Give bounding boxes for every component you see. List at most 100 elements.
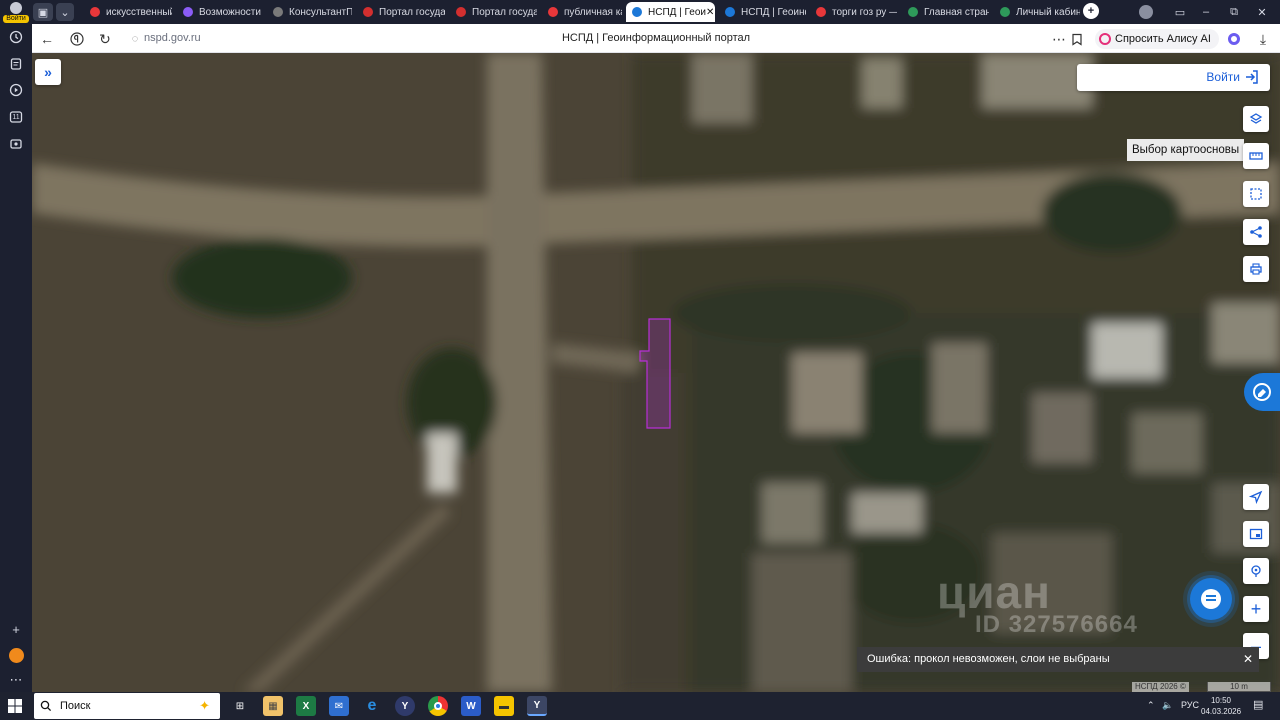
tab-active[interactable]: НСПД | Геои ✕ — [626, 2, 715, 22]
calendar-badge: 11 — [12, 113, 20, 121]
close-icon[interactable]: ✕ — [1243, 647, 1253, 672]
chrome-icon[interactable] — [428, 696, 448, 716]
location-search-icon[interactable] — [1243, 558, 1269, 584]
app-icon[interactable] — [6, 645, 26, 665]
feedback-button[interactable] — [1244, 373, 1280, 411]
reload-icon[interactable]: ↻ — [96, 30, 114, 48]
scale-bar: 10 m — [1207, 682, 1271, 692]
tab-favicon-icon — [908, 7, 918, 17]
tab-label: искусственный — [106, 6, 172, 18]
taskbar: Поиск ✦ ⊞ ▦ X ✉ e Y W ▬ Y ⌃ 🔈 РУС 10:50 … — [0, 692, 1280, 720]
layers-icon[interactable] — [1243, 106, 1269, 132]
tab[interactable]: искусственный — [84, 2, 172, 22]
tab[interactable]: публичная кар — [542, 2, 622, 22]
ruler-icon[interactable] — [1243, 143, 1269, 169]
tab-label: НСПД | Геои — [648, 6, 707, 18]
select-area-icon[interactable] — [1243, 181, 1269, 207]
search-icon — [40, 700, 52, 712]
windows-start-icon[interactable] — [7, 698, 23, 714]
address-bar: ← ↻ ◌ nspd.gov.ru НСПД | Геоинформационн… — [32, 24, 1280, 53]
map-view[interactable]: циан ID 327576664 » Войти Выбор картоосн… — [32, 53, 1280, 692]
tray-arrow-icon[interactable]: ⌃ — [1147, 700, 1155, 711]
bookmark-panel-icon[interactable]: ▭ — [1171, 3, 1189, 21]
close-tab-icon[interactable]: ✕ — [706, 7, 714, 18]
tab[interactable]: Возможности — [177, 2, 264, 22]
tab-favicon-icon — [548, 7, 558, 17]
video-icon[interactable] — [6, 80, 26, 100]
tab[interactable]: Личный кабинет — [994, 2, 1080, 22]
tab-groups-icon[interactable]: ▣ — [33, 3, 53, 21]
back-icon[interactable]: ← — [38, 30, 56, 48]
minimap-icon[interactable] — [1243, 521, 1269, 547]
language-indicator[interactable]: РУС — [1181, 700, 1199, 710]
cian-watermark: циан ID 327576664 — [937, 565, 1138, 639]
avatar — [10, 2, 22, 14]
more-icon[interactable]: ⋯ — [6, 670, 26, 690]
notifications-icon[interactable]: ▤ — [1253, 698, 1263, 711]
ask-alice-button[interactable]: Спросить Алису AI — [1095, 29, 1219, 49]
collections-icon[interactable] — [6, 134, 26, 154]
edge-icon[interactable]: e — [362, 696, 382, 716]
downloads-icon[interactable]: ⤓ — [1254, 30, 1272, 48]
site-security-icon[interactable]: ◌ — [126, 30, 144, 48]
explorer-icon[interactable]: ▬ — [494, 696, 514, 716]
store-icon[interactable]: ▦ — [263, 696, 283, 716]
add-icon[interactable]: + — [6, 619, 26, 639]
sidebar-login-button[interactable]: Войти — [3, 2, 29, 24]
tab[interactable]: НСПД | Геоинф — [719, 2, 806, 22]
new-tab-button[interactable]: + — [1083, 3, 1099, 19]
clock-time: 10:50 — [1210, 696, 1232, 705]
task-view-icon[interactable]: ⊞ — [230, 696, 250, 716]
word-icon[interactable]: W — [461, 696, 481, 716]
yandex-browser-active-icon[interactable]: Y — [527, 696, 547, 716]
bookmark-icon[interactable] — [1068, 30, 1086, 48]
tab[interactable]: торги гоз ру — — [810, 2, 897, 22]
map-attribution: НСПД 2026 © — [1132, 682, 1189, 692]
yandex-logo-icon[interactable] — [68, 30, 86, 48]
browser-sidebar: Войти 11 + ⋯ — [0, 0, 32, 692]
tab-label: Личный кабинет — [1016, 6, 1080, 18]
tab-favicon-icon — [183, 7, 193, 17]
yandex-browser-icon[interactable]: Y — [395, 696, 415, 716]
url-text[interactable]: nspd.gov.ru — [144, 32, 201, 44]
tab[interactable]: Портал государ — [450, 2, 537, 22]
tab-label: публичная кар — [564, 6, 622, 18]
tab-label: Портал государ — [379, 6, 445, 18]
tab-favicon-icon — [632, 7, 642, 17]
profile-icon[interactable] — [1139, 5, 1153, 19]
tab-favicon-icon — [725, 7, 735, 17]
clock[interactable]: 10:50 04.03.2026 — [1201, 695, 1241, 717]
history-icon[interactable] — [6, 27, 26, 47]
mail-icon[interactable]: ✉ — [329, 696, 349, 716]
notes-icon[interactable] — [6, 54, 26, 74]
tab-label: Возможности — [199, 6, 261, 18]
restore-icon[interactable]: ⧉ — [1225, 3, 1243, 21]
tab-favicon-icon — [456, 7, 466, 17]
map-login-label: Войти — [1206, 70, 1240, 84]
tab-favicon-icon — [1000, 7, 1010, 17]
tab-label: торги гоз ру — — [832, 6, 897, 18]
tab[interactable]: КонсультантП — [267, 2, 352, 22]
map-login-button[interactable]: Войти — [1077, 64, 1270, 91]
chat-button[interactable] — [1190, 578, 1232, 620]
tab[interactable]: Портал государ — [357, 2, 445, 22]
minimize-icon[interactable]: – — [1197, 3, 1215, 21]
close-window-icon[interactable]: ✕ — [1253, 3, 1271, 21]
taskbar-search[interactable]: Поиск ✦ — [34, 693, 220, 719]
more-options-icon[interactable]: ⋯ — [1050, 30, 1068, 48]
calendar-icon[interactable]: 11 — [6, 107, 26, 127]
print-icon[interactable] — [1243, 256, 1269, 282]
zoom-in-button[interactable]: + — [1243, 596, 1269, 622]
tab-label: Портал государ — [472, 6, 537, 18]
volume-icon[interactable]: 🔈 — [1162, 700, 1173, 711]
expand-panel-button[interactable]: » — [35, 59, 61, 85]
geolocation-icon[interactable] — [1243, 484, 1269, 510]
tab[interactable]: Главная стран — [902, 2, 989, 22]
chat-icon — [1201, 589, 1221, 609]
share-icon[interactable] — [1243, 219, 1269, 245]
extension-icon[interactable] — [1225, 30, 1243, 48]
ask-alice-label: Спросить Алису AI — [1115, 33, 1211, 45]
excel-icon[interactable]: X — [296, 696, 316, 716]
chevron-down-icon[interactable]: ⌄ — [56, 3, 74, 21]
tab-favicon-icon — [90, 7, 100, 17]
